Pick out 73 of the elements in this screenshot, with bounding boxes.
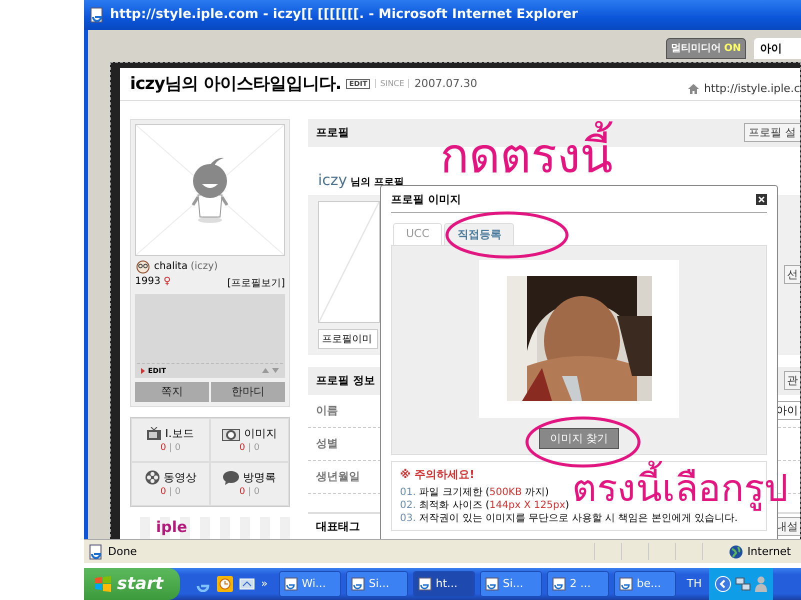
tv-icon	[147, 427, 162, 440]
bullet-icon	[141, 368, 145, 374]
browse-button[interactable]: 이미지 찾기	[538, 428, 620, 449]
window-icon	[350, 576, 365, 591]
post-count: 0 | 0	[239, 443, 260, 454]
taskbar-button[interactable]: ht...	[412, 570, 475, 597]
home-icon	[688, 84, 699, 94]
since-date: 2007.07.30	[414, 77, 478, 90]
security-zone: Internet	[747, 545, 791, 558]
section-title: 프로필	[316, 125, 349, 140]
sidebar-button[interactable]: 쪽지	[135, 382, 209, 402]
settings-button[interactable]: 프로필 설	[744, 123, 800, 142]
manage-button[interactable]: 관	[784, 371, 800, 390]
close-icon[interactable]	[756, 194, 767, 205]
taskbar-button[interactable]: 2 ...	[546, 570, 609, 597]
more-button[interactable]: »	[261, 577, 268, 590]
post-count: 0 | 0	[160, 487, 181, 498]
camera-icon	[222, 426, 240, 441]
since-label: SINCE	[375, 79, 410, 88]
film-reel-icon	[144, 470, 160, 486]
field-label: 성별	[316, 436, 338, 452]
menu-link[interactable]: 방명록	[243, 470, 276, 486]
language-indicator[interactable]: TH	[686, 577, 702, 590]
document-icon	[89, 6, 105, 23]
tab[interactable]: 아이	[754, 38, 801, 59]
clock-icon[interactable]	[217, 576, 233, 592]
chevron-icon[interactable]	[714, 576, 731, 592]
field-label: 생년월일	[316, 469, 360, 484]
taskbar-button[interactable]: Si...	[346, 570, 408, 597]
gender-symbol: ♀	[163, 276, 171, 289]
image-field[interactable]: 프로필이미	[318, 328, 378, 349]
sidebar-button[interactable]: 한마디	[211, 382, 285, 402]
menu-link[interactable]: 동영상	[164, 470, 196, 486]
window-icon	[418, 576, 432, 591]
menu-link[interactable]: 이미지	[244, 426, 277, 442]
section-title: 프로필 정보	[316, 373, 375, 388]
user-id: (iczy)	[190, 261, 218, 272]
notice-title: ※ 주의하세요!	[400, 466, 476, 482]
field-label: 이름	[316, 403, 338, 418]
window-icon	[618, 576, 633, 591]
user-name: chalita	[154, 261, 188, 272]
notice-item: 02. 최적화 사이즈 (144px X 125px)	[400, 498, 570, 512]
desktop-icon[interactable]	[239, 576, 255, 592]
page-title: iczy님의 아이스타일입니다.	[130, 73, 342, 96]
avatar-icon	[135, 260, 151, 274]
globe-icon	[729, 544, 744, 558]
multimedia-tab[interactable]: 멀티미디어 ON	[666, 38, 746, 59]
taskbar-button[interactable]: be...	[614, 570, 676, 597]
notice-item: 01. 파일 크기제한 (500KB 까지)	[400, 486, 550, 499]
window-icon	[484, 576, 499, 591]
status-text: Done	[108, 545, 137, 558]
taskbar-button[interactable]: Wi...	[278, 570, 341, 597]
select-button[interactable]: 선	[784, 265, 800, 284]
handwritten-note: ตรงนี้เลือกรูป	[572, 463, 788, 514]
window-icon	[552, 576, 566, 591]
speech-bubble-icon	[223, 470, 239, 485]
menu-link[interactable]: I.보드	[165, 426, 194, 442]
windows-logo-icon	[94, 576, 112, 592]
mascot-drawing	[189, 156, 231, 223]
page-icon	[88, 544, 104, 560]
profile-link[interactable]: [프로필보기]	[227, 276, 285, 290]
taskbar-button[interactable]: Si...	[480, 570, 542, 597]
window-icon	[284, 576, 298, 591]
site-logo[interactable]: iple	[156, 518, 188, 536]
post-count: 0 | 0	[160, 443, 181, 454]
window-title: http://style.iple.com - iczy[[ [[[[[[[. - Microsoft Internet Explorer	[110, 7, 578, 22]
birth-year: 1993	[135, 276, 160, 289]
network-icon[interactable]	[734, 576, 751, 592]
notice-item: 03. 저작권이 있는 이미지를 무단으로 사용할 시 책임은 본인에게 있습니다.	[400, 512, 739, 525]
section-title: 대표태그	[316, 519, 360, 534]
post-count: 0 | 0	[239, 487, 260, 498]
url-link[interactable]: http://istyle.iple.c	[704, 82, 800, 96]
dialog-tab[interactable]: 직접등록	[444, 222, 514, 245]
